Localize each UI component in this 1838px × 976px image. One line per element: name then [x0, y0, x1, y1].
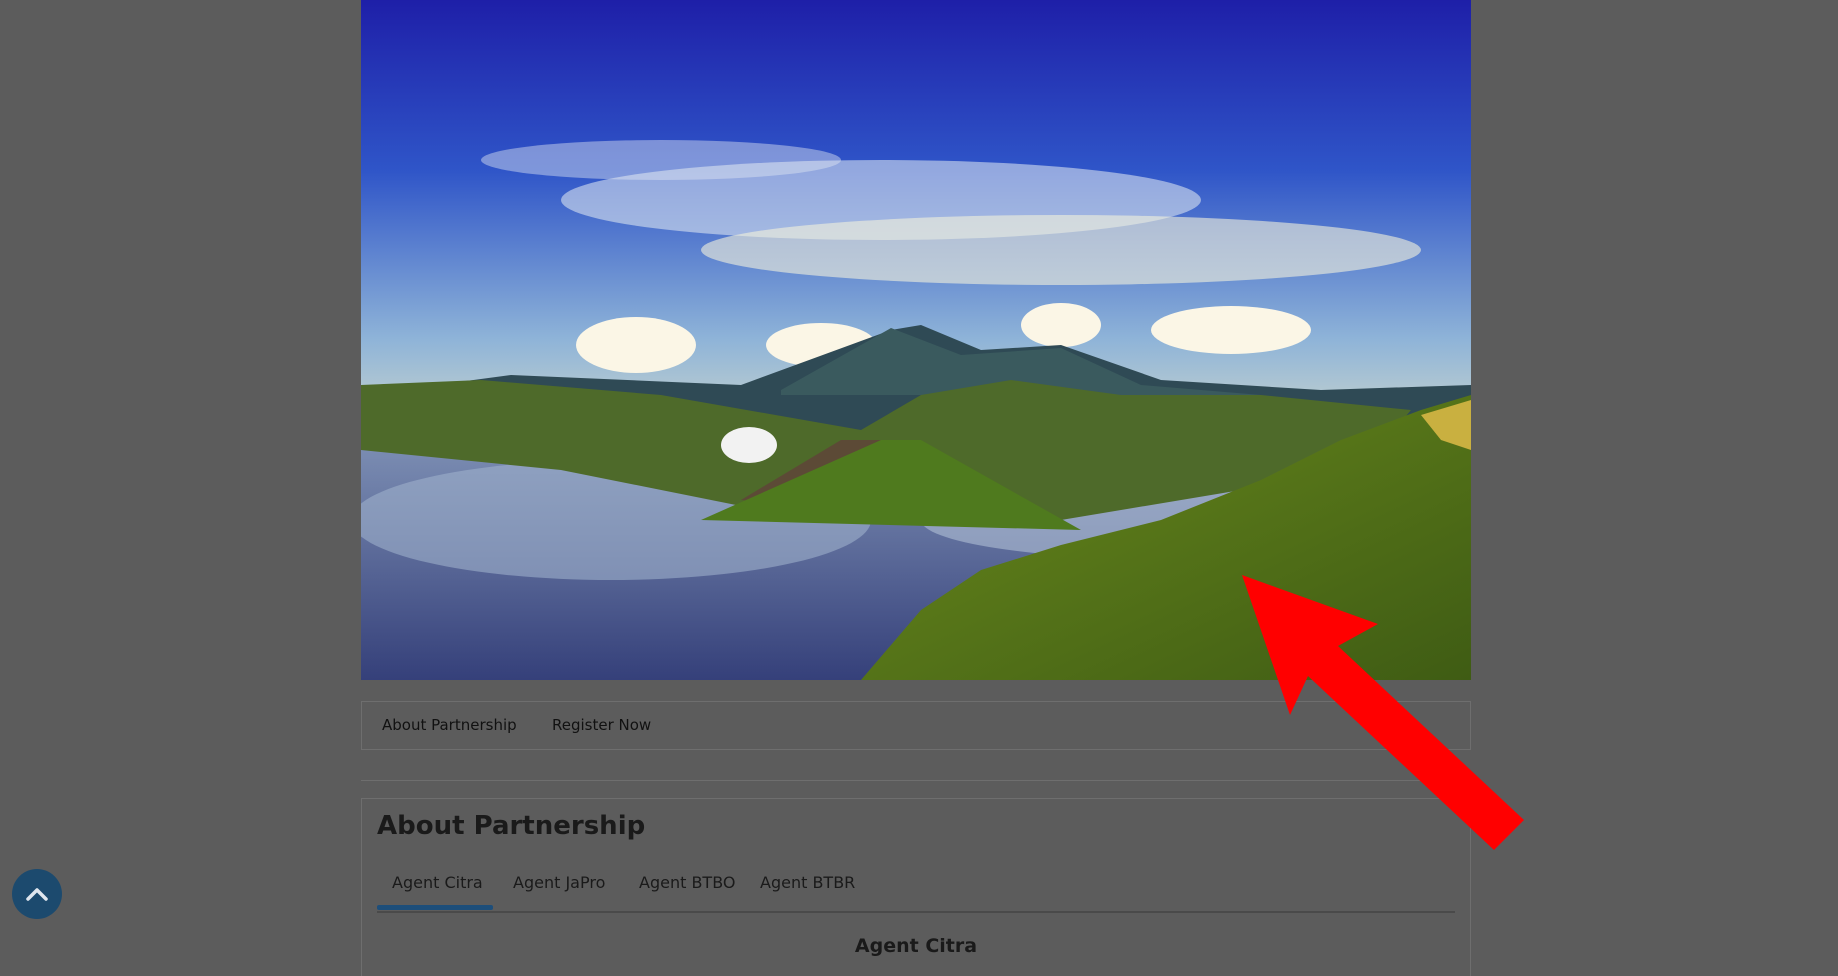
- about-partnership-card: About Partnership Agent Citra Agent JaPr…: [361, 798, 1471, 976]
- tab-agent-japro[interactable]: Agent JaPro: [513, 873, 605, 892]
- section-divider: [361, 780, 1471, 781]
- landscape-illustration: [361, 0, 1471, 680]
- subnav-register-now-link[interactable]: Register Now: [552, 716, 651, 734]
- tab-agent-citra[interactable]: Agent Citra: [392, 873, 483, 892]
- hero-image: [361, 0, 1471, 680]
- subnav-about-partnership-link[interactable]: About Partnership: [382, 716, 517, 734]
- active-tab-heading: Agent Citra: [854, 935, 978, 957]
- section-title: About Partnership: [377, 811, 646, 841]
- chevron-up-icon: [26, 888, 48, 901]
- page: About Partnership Register Now About Par…: [0, 0, 1838, 976]
- partnership-subnav: About Partnership Register Now: [361, 701, 1471, 750]
- tab-agent-btbr[interactable]: Agent BTBR: [760, 873, 855, 892]
- tab-agent-btbo[interactable]: Agent BTBO: [639, 873, 735, 892]
- agent-tabs: Agent Citra Agent JaPro Agent BTBO Agent…: [377, 851, 1455, 913]
- active-tab-indicator: [377, 905, 493, 910]
- scroll-to-top-button[interactable]: [12, 869, 62, 919]
